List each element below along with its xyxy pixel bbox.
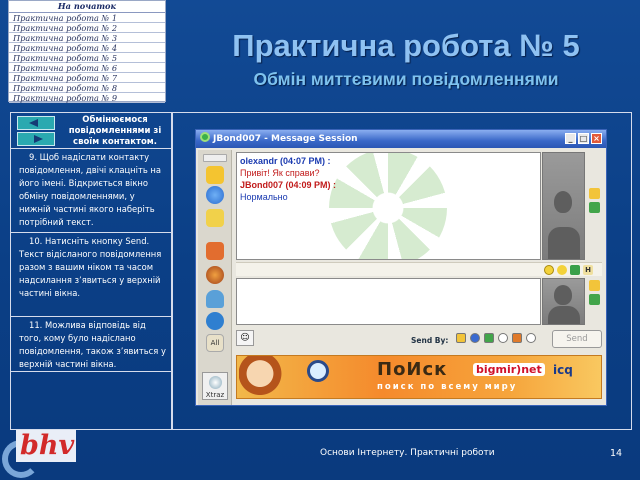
contact-status-icon[interactable] xyxy=(589,202,600,213)
contact-avatar[interactable] xyxy=(542,152,585,260)
color-icon[interactable] xyxy=(570,265,580,275)
previous-slide-button[interactable] xyxy=(17,116,55,130)
send-row: ☺ Send By: Send xyxy=(236,328,602,352)
nav-item-work-2[interactable]: Практична робота № 2 xyxy=(9,23,165,33)
nav-home-link[interactable]: На початок xyxy=(9,1,165,13)
emoticon-icon[interactable] xyxy=(557,265,567,275)
microphone-icon[interactable] xyxy=(206,290,224,308)
banner-tagline: поиск по всему миру xyxy=(377,382,518,392)
games-icon[interactable] xyxy=(206,266,224,284)
all-features-button[interactable]: All xyxy=(206,334,224,352)
step-10-text: 10. Натисніть кнопку Send. Текст відісла… xyxy=(11,233,171,317)
contact-info-icon[interactable] xyxy=(589,188,600,199)
message-sender: olexandr (04:07 PM) : xyxy=(240,156,331,166)
send-by-server-radio[interactable] xyxy=(470,333,480,343)
send-by-icq-icon[interactable] xyxy=(456,333,466,343)
magnifier-icon xyxy=(307,360,329,382)
instruction-panel: Обмінюємося повідомленнями зі своїм конт… xyxy=(10,112,172,430)
send-by-email-icon[interactable] xyxy=(512,333,522,343)
own-status-icon[interactable] xyxy=(589,294,600,305)
window-titlebar[interactable]: JBond007 - Message Session _ □ × xyxy=(196,130,606,148)
practical-works-nav: На початок Практична робота № 1 Практичн… xyxy=(8,0,166,103)
message-sender: JBond007 (04:09 PM) : xyxy=(240,180,337,190)
next-slide-button[interactable] xyxy=(17,132,55,146)
banner-girl-image xyxy=(239,356,299,398)
page-number: 14 xyxy=(610,448,623,459)
send-by-label: Send By: xyxy=(411,336,449,345)
instruction-heading: Обмінюємося повідомленнями зі своїм конт… xyxy=(68,115,162,147)
nav-item-work-7[interactable]: Практична робота № 7 xyxy=(9,73,165,83)
feature-toolbar: All Xtraz xyxy=(198,150,232,405)
nav-item-work-1[interactable]: Практична робота № 1 xyxy=(9,13,165,23)
message-session-window: JBond007 - Message Session _ □ × All Xtr… xyxy=(195,129,607,406)
send-by-sms-icon[interactable] xyxy=(484,333,494,343)
nav-item-work-3[interactable]: Практична робота № 3 xyxy=(9,33,165,43)
send-button[interactable]: Send xyxy=(552,330,602,348)
close-button[interactable]: × xyxy=(591,133,602,144)
format-toolbar: H xyxy=(236,262,602,276)
quick-emoticon-icon[interactable]: ☺ xyxy=(236,330,254,346)
nav-item-work-9[interactable]: Практична робота № 9 xyxy=(9,93,165,103)
step-11-text: 11. Можлива відповідь від того, кому бул… xyxy=(11,317,171,372)
minimize-button[interactable]: _ xyxy=(565,133,576,144)
nav-item-work-5[interactable]: Практична робота № 5 xyxy=(9,53,165,63)
message-text: Нормально xyxy=(240,192,288,202)
page-title: Практична робота № 5 xyxy=(232,28,580,63)
message-input[interactable] xyxy=(236,278,541,325)
nav-item-work-4[interactable]: Практична робота № 4 xyxy=(9,43,165,53)
bigmir-logo: bigmir)net xyxy=(473,363,545,376)
toolbar-scroll-icon[interactable] xyxy=(203,154,227,162)
window-title: JBond007 - Message Session xyxy=(213,134,358,144)
smiley-icon[interactable] xyxy=(544,265,554,275)
nav-item-work-8[interactable]: Практична робота № 8 xyxy=(9,83,165,93)
webcam-icon[interactable] xyxy=(206,312,224,330)
own-info-icon[interactable] xyxy=(589,280,600,291)
nav-item-work-6[interactable]: Практична робота № 6 xyxy=(9,63,165,73)
ad-banner[interactable]: ПоИск поиск по всему миру bigmir)net icq xyxy=(236,355,602,399)
icq-logo: icq xyxy=(553,363,573,377)
banner-search-text: ПоИск xyxy=(377,359,448,380)
own-avatar[interactable] xyxy=(542,278,585,325)
bhv-logo: bhv xyxy=(2,430,77,478)
footer-text: Основи Інтернету. Практичні роботи xyxy=(320,448,495,458)
history-button[interactable]: H xyxy=(583,265,593,275)
message-text: Привіт! Як справи? xyxy=(240,168,320,178)
send-by-direct-radio[interactable] xyxy=(498,333,508,343)
send-by-other-radio[interactable] xyxy=(526,333,536,343)
logo-wordmark: bhv xyxy=(16,430,77,462)
step-9-text: 9. Щоб надіслати контакту повідомлення, … xyxy=(11,149,171,233)
note-icon[interactable] xyxy=(206,209,224,227)
globe-icon[interactable] xyxy=(206,186,224,204)
message-history: olexandr (04:07 PM) : Привіт! Як справи?… xyxy=(236,152,541,260)
instruction-header: Обмінюємося повідомленнями зі своїм конт… xyxy=(11,113,171,149)
page-subtitle: Обмін миттєвими повідомленнями xyxy=(253,69,559,89)
icq-flower-icon xyxy=(200,132,210,142)
greeting-card-icon[interactable] xyxy=(206,242,224,260)
maximize-button[interactable]: □ xyxy=(578,133,589,144)
xtraz-button[interactable]: Xtraz xyxy=(202,372,228,400)
file-transfer-icon[interactable] xyxy=(206,166,224,184)
